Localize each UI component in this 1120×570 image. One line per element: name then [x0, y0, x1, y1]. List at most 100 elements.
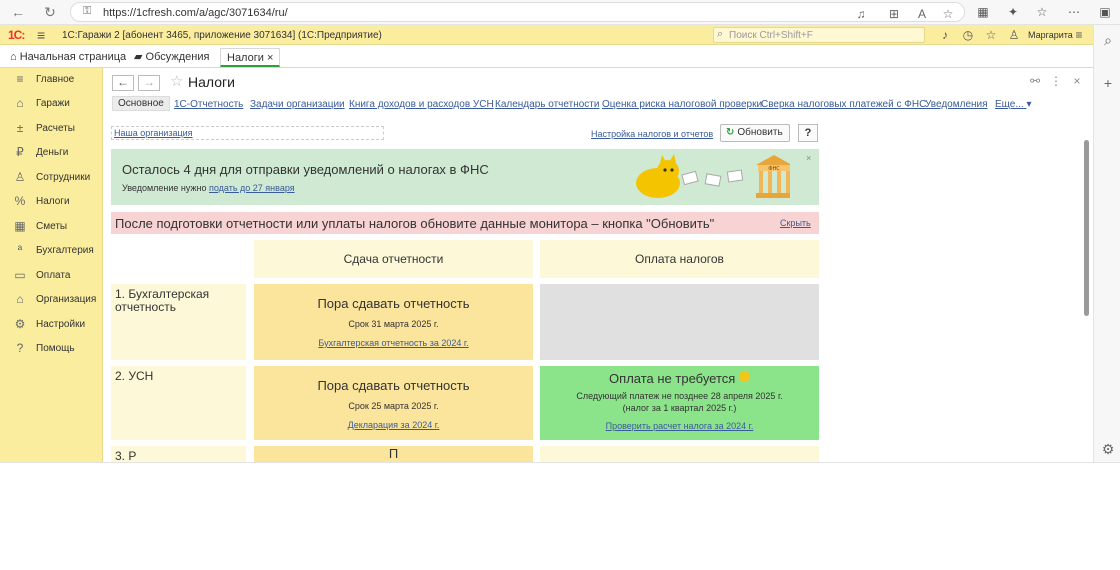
organization-field[interactable]: Наша организация — [111, 126, 384, 140]
sidebar-item-label: Оплата — [36, 270, 71, 281]
monitor-content: Наша организация Настройка налогов и отч… — [104, 118, 1084, 462]
refresh-label: Обновить — [737, 127, 783, 138]
empty-area — [0, 462, 1120, 570]
percent-icon: % — [14, 194, 26, 208]
menu-icon[interactable]: ≡ — [37, 27, 45, 43]
declaration-link[interactable]: Декларация за 2024 г. — [254, 420, 533, 430]
user-icon[interactable]: ♙ — [1006, 27, 1022, 43]
tax-settings-link[interactable]: Настройка налогов и отчетов — [591, 129, 713, 139]
notification-bell-icon[interactable]: ♪ — [937, 27, 953, 43]
user-name[interactable]: Маргарита — [1028, 30, 1073, 40]
chevron-down-icon: ▾ — [1026, 99, 1032, 110]
app-grid-icon[interactable]: ⊞ — [886, 6, 902, 22]
app-search-input[interactable]: ⌕ Поиск Ctrl+Shift+F — [713, 27, 925, 43]
payment-status-text: Оплата не требуется — [609, 371, 736, 386]
favorites-icon[interactable]: ☆ — [1034, 4, 1050, 20]
report-deadline: Срок 25 марта 2025 г. — [348, 401, 439, 411]
bell-icon[interactable]: ♫ — [853, 6, 869, 22]
person-icon: ♙ — [14, 170, 26, 184]
tab-label: Налоги — [227, 52, 264, 64]
list-icon: ≡ — [16, 72, 24, 86]
close-icon[interactable]: × — [1070, 74, 1084, 88]
more-menu-icon[interactable]: ⋯ — [1066, 4, 1082, 20]
tab-home[interactable]: ⌂ Начальная страница — [4, 48, 132, 67]
report-cell-accounting: Пора сдавать отчетность Срок 31 марта 20… — [254, 284, 533, 360]
link-icon[interactable]: ⚯ — [1028, 74, 1042, 88]
subtab-org-tasks[interactable]: Задачи организации — [250, 99, 345, 110]
notice-title: Осталось 4 дня для отправки уведомлений … — [122, 162, 489, 177]
main-form: ← → ☆ Налоги ⚯ ⋮ × Основное 1С-Отчетност… — [104, 68, 1093, 462]
add-icon[interactable]: + — [1098, 73, 1118, 93]
subtab-calendar[interactable]: Календарь отчетности — [495, 99, 599, 110]
refresh-icon[interactable]: ↻ — [40, 3, 60, 21]
fns-label: ФНС — [768, 166, 780, 172]
back-arrow-icon[interactable]: ← — [112, 75, 134, 91]
hide-warning-link[interactable]: Скрыть — [780, 218, 811, 228]
sidebar-item-help[interactable]: ? Помощь — [0, 339, 103, 359]
vertical-scrollbar[interactable] — [1084, 128, 1089, 458]
close-icon[interactable]: × — [267, 52, 273, 64]
subtab-reconciliation[interactable]: Сверка налоговых платежей с ФНС — [761, 99, 926, 110]
search-icon[interactable]: ⌕ — [1098, 30, 1118, 50]
sidebar-item-settings[interactable]: ⚙ Настройки — [0, 315, 103, 335]
forward-arrow-icon[interactable]: → — [138, 75, 160, 91]
sidebar-item-payment[interactable]: ▭ Оплата — [0, 266, 103, 286]
more-label: Еще... — [995, 99, 1024, 110]
tab-discussions[interactable]: ▰ Обсуждения — [128, 48, 215, 67]
subtab-1c-reporting[interactable]: 1С-Отчетность — [174, 99, 243, 110]
next-payment-info: Следующий платеж не позднее 28 апреля 20… — [540, 390, 819, 414]
accounting-report-link[interactable]: Бухгалтерская отчетность за 2024 г. — [254, 338, 533, 348]
submit-deadline-link[interactable]: подать до 27 января — [209, 183, 295, 193]
sidebar-item-main[interactable]: ≡ Главное — [0, 70, 103, 90]
gear-icon: ⚙ — [14, 317, 26, 331]
calc-icon: ± — [16, 121, 24, 135]
favorites-star-icon[interactable]: ☆ — [983, 27, 999, 43]
extension-icon[interactable]: ▦ — [975, 4, 991, 20]
history-icon[interactable]: ◷ — [960, 27, 976, 43]
scrollbar-thumb[interactable] — [1084, 140, 1089, 316]
browser-toolbar: ← ↻ ⚿ https://1cfresh.com/a/agc/3071634/… — [0, 0, 1120, 25]
sidebar-item-garages[interactable]: ⌂ Гаражи — [0, 94, 103, 114]
favorite-star-icon[interactable]: ☆ — [170, 72, 183, 90]
help-button[interactable]: ? — [798, 124, 818, 142]
read-aloud-icon[interactable]: A — [914, 6, 930, 22]
check-tax-calc-link[interactable]: Проверить расчет налога за 2024 г. — [540, 421, 819, 431]
sidebar-item-estimates[interactable]: ▦ Сметы — [0, 217, 103, 237]
form-subtabs: Основное 1С-Отчетность Задачи организаци… — [104, 96, 1093, 116]
sidebar-item-employees[interactable]: ♙ Сотрудники — [0, 168, 103, 188]
sidebar-item-accounting[interactable]: ª Бухгалтерия — [0, 241, 103, 261]
cat-tax-office-illustration: ФНС — [636, 154, 790, 198]
settings-gear-icon[interactable]: ⚙ — [1098, 439, 1118, 459]
sidebar-item-label: Расчеты — [36, 123, 75, 134]
subtab-income-book[interactable]: Книга доходов и расходов УСН — [349, 99, 494, 110]
card-icon: ▭ — [14, 268, 26, 282]
refresh-button[interactable]: ↻ Обновить — [720, 124, 790, 142]
1c-logo: 1С: — [8, 28, 25, 42]
subtab-main[interactable]: Основное — [112, 96, 170, 111]
sidebar-item-label: Организация — [36, 294, 97, 305]
tab-taxes[interactable]: Налоги × — [220, 48, 281, 67]
subtab-notifications[interactable]: Уведомления — [925, 99, 988, 110]
more-vertical-icon[interactable]: ⋮ — [1049, 74, 1063, 88]
close-icon[interactable]: × — [806, 153, 811, 163]
favorite-star-icon[interactable]: ☆ — [940, 6, 956, 22]
address-bar[interactable]: ⚿ https://1cfresh.com/a/agc/3071634/ru/ … — [70, 2, 965, 22]
extensions-puzzle-icon[interactable]: ✦ — [1005, 4, 1021, 20]
report-status: Пора сдавать отчетность — [317, 378, 470, 393]
subtab-risk[interactable]: Оценка риска налоговой проверки — [602, 99, 762, 110]
sidebar-item-taxes[interactable]: % Налоги — [0, 192, 103, 212]
url-text: https://1cfresh.com/a/agc/3071634/ru/ — [103, 7, 288, 19]
sidebar-toggle-icon[interactable]: ▣ — [1097, 4, 1113, 20]
lock-icon: ⚿ — [83, 5, 92, 17]
sidebar-item-calculations[interactable]: ± Расчеты — [0, 119, 103, 139]
sidebar-item-organization[interactable]: ⌂ Организация — [0, 290, 103, 310]
back-icon[interactable]: ← — [8, 3, 28, 21]
calculator-icon: ▦ — [14, 219, 26, 233]
subtab-more[interactable]: Еще... ▾ — [995, 99, 1032, 110]
report-status: П — [388, 446, 399, 461]
sidebar-item-money[interactable]: ₽ Деньги — [0, 143, 103, 163]
main-menu-icon[interactable]: ≡ — [1071, 27, 1087, 43]
sidebar-item-label: Гаражи — [36, 98, 70, 109]
app-title: 1С:Гаражи 2 [абонент 3465, приложение 30… — [62, 30, 382, 41]
payment-status: Оплата не требуется — [540, 371, 819, 386]
